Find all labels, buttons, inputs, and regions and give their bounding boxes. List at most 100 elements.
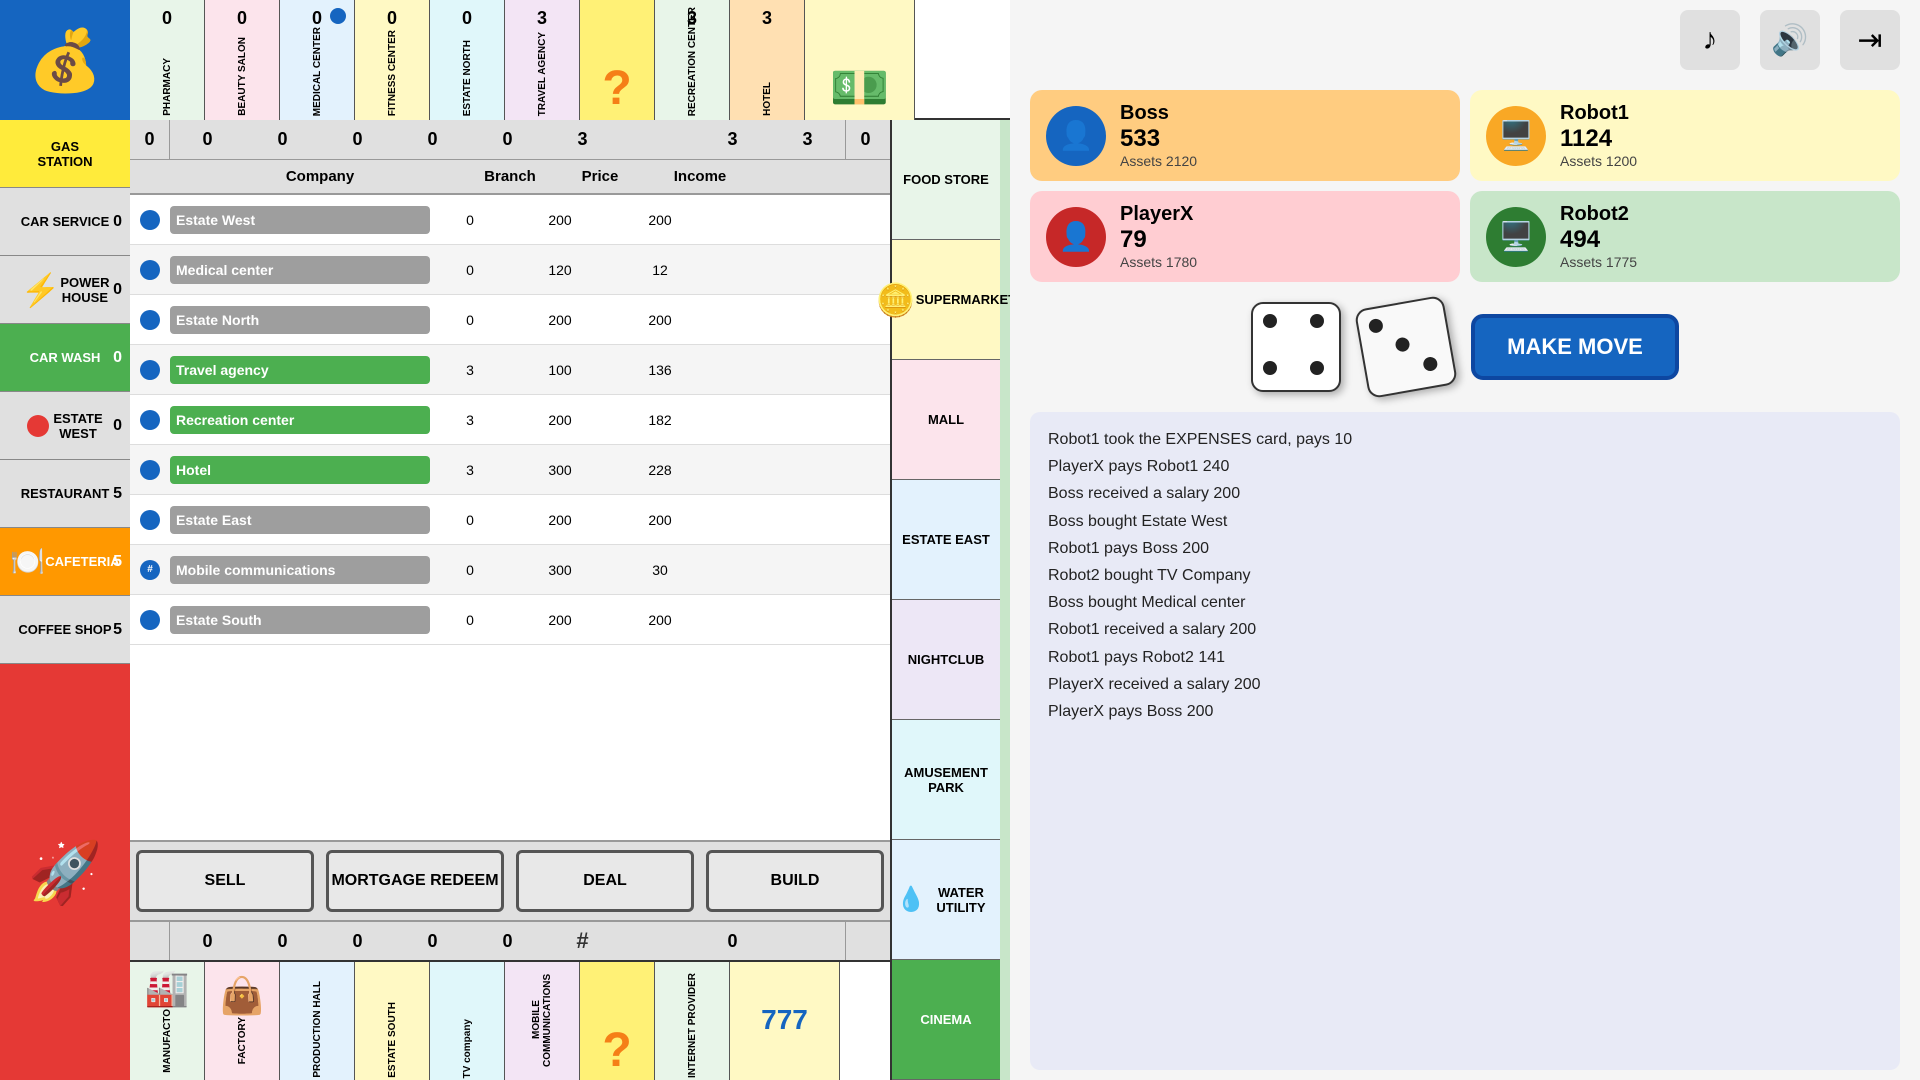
board-cell-travel-agency[interactable]: 3 TRAVEL AGENCY bbox=[505, 0, 580, 120]
top-numbers-row: 0 0 0 0 0 0 3 3 3 0 bbox=[130, 120, 890, 160]
estate-dot-icon bbox=[27, 415, 49, 437]
make-move-button[interactable]: MAKE MOVE bbox=[1471, 314, 1679, 380]
pip bbox=[1263, 361, 1277, 375]
board-cell-estate-north[interactable]: 0 ESTATE NORTH bbox=[430, 0, 505, 120]
branch-count: 0 bbox=[430, 612, 510, 628]
sidebar-bottom-rocket: 🚀 bbox=[0, 664, 130, 1080]
pip bbox=[1368, 318, 1384, 334]
board-cell-manufacto[interactable]: 🏭 MANUFACTO bbox=[130, 962, 205, 1080]
sidebar-coffee-label: COFFEE SHOP bbox=[18, 622, 111, 637]
pip bbox=[1310, 314, 1324, 328]
col-header-branch: Branch bbox=[470, 168, 550, 185]
income-value: 228 bbox=[610, 462, 710, 478]
deal-button[interactable]: DEAL bbox=[516, 850, 694, 912]
playerx-score: 79 bbox=[1120, 226, 1197, 254]
board-cell-question2[interactable]: ? bbox=[580, 962, 655, 1080]
ownership-dot bbox=[140, 210, 160, 230]
sidebar-gas-label: GASSTATION bbox=[37, 139, 92, 169]
pip-empty bbox=[1286, 361, 1305, 380]
board-cell-beauty-salon[interactable]: 0 BEAUTY SALON bbox=[205, 0, 280, 120]
table-row[interactable]: Estate North 0 200 200 bbox=[130, 295, 890, 345]
money-bag-icon: 💰 bbox=[28, 25, 103, 96]
ownership-dot bbox=[140, 460, 160, 480]
table-row[interactable]: Travel agency 3 100 136 bbox=[130, 345, 890, 395]
table-row[interactable]: Hotel 3 300 228 bbox=[130, 445, 890, 495]
sidebar-car-service-count: 0 bbox=[113, 213, 122, 231]
table-row[interactable]: # Mobile communications 0 300 30 bbox=[130, 545, 890, 595]
sidebar-item-gas-station[interactable]: GASSTATION bbox=[0, 120, 130, 188]
right-cell-food-store[interactable]: FOOD STORE bbox=[892, 120, 1000, 240]
sidebar-restaurant-label: RESTAURANT bbox=[21, 486, 110, 501]
right-cell-amusement-park[interactable]: AMUSEMENT PARK bbox=[892, 720, 1000, 840]
sidebar-powerhouse-label: POWERHOUSE bbox=[60, 275, 109, 305]
supermarket-icon: 🪙 bbox=[876, 281, 916, 319]
player-token bbox=[330, 8, 346, 24]
board-cell-internet-provider[interactable]: INTERNET PROVIDER bbox=[655, 962, 730, 1080]
table-row[interactable]: Recreation center 3 200 182 bbox=[130, 395, 890, 445]
board-cell-production-hall[interactable]: PRODUCTION HALL bbox=[280, 962, 355, 1080]
exit-button[interactable]: ⇥ bbox=[1840, 10, 1900, 70]
board-cell-money: 💵 bbox=[805, 0, 915, 120]
right-board-strip: FOOD STORE 🪙 SUPERMARKET MALL ESTATE EAS… bbox=[890, 120, 1000, 1080]
board-cell-estate-south[interactable]: ESTATE SOUTH bbox=[355, 962, 430, 1080]
sound-button[interactable]: 🔊 bbox=[1760, 10, 1820, 70]
sidebar-item-restaurant[interactable]: RESTAURANT 5 bbox=[0, 460, 130, 528]
mortgage-redeem-button[interactable]: MORTGAGE REDEEM bbox=[326, 850, 504, 912]
board-cell-question1[interactable]: ? bbox=[580, 0, 655, 120]
board-cell-hotel[interactable]: 3 HOTEL bbox=[730, 0, 805, 120]
sidebar-item-powerhouse[interactable]: ⚡ POWERHOUSE 0 bbox=[0, 256, 130, 324]
col-header-income: Income bbox=[650, 168, 750, 185]
robot1-info: Robot1 1124 Assets 1200 bbox=[1560, 102, 1637, 169]
sidebar-coffee-count: 5 bbox=[113, 621, 122, 639]
robot2-assets: Assets 1775 bbox=[1560, 254, 1637, 270]
board-cell-pharmacy[interactable]: 0 PHARMACY bbox=[130, 0, 205, 120]
board-cell-777[interactable]: 777 bbox=[730, 962, 840, 1080]
player-card-robot2: 🖥️ Robot2 494 Assets 1775 bbox=[1470, 191, 1900, 282]
board-cell-recreation-center[interactable]: 3 RECREATION CENTER bbox=[655, 0, 730, 120]
pip bbox=[1422, 356, 1438, 372]
robot1-avatar: 🖥️ bbox=[1486, 106, 1546, 166]
right-cell-nightclub[interactable]: NIGHTCLUB bbox=[892, 600, 1000, 720]
table-row[interactable]: Medical center 0 120 12 bbox=[130, 245, 890, 295]
table-row[interactable]: Estate West 0 200 200 bbox=[130, 195, 890, 245]
player-card-boss: 👤 Boss 533 Assets 2120 bbox=[1030, 90, 1460, 181]
right-cell-mall[interactable]: MALL bbox=[892, 360, 1000, 480]
right-cell-cinema[interactable]: CINEMA bbox=[892, 960, 1000, 1080]
board-cell-tv-company[interactable]: TV company bbox=[430, 962, 505, 1080]
price-value: 300 bbox=[510, 462, 610, 478]
right-cell-estate-east[interactable]: ESTATE EAST bbox=[892, 480, 1000, 600]
price-value: 200 bbox=[510, 312, 610, 328]
right-cell-water-utility[interactable]: 💧 WATER UTILITY bbox=[892, 840, 1000, 960]
price-value: 200 bbox=[510, 212, 610, 228]
log-entry: PlayerX pays Boss 200 bbox=[1048, 698, 1882, 725]
sidebar-item-estate-west[interactable]: ESTATEWEST 0 bbox=[0, 392, 130, 460]
board-cell-factory[interactable]: 👜 FACTORY bbox=[205, 962, 280, 1080]
toolbar: ♪ 🔊 ⇥ bbox=[1010, 0, 1920, 80]
income-value: 200 bbox=[610, 312, 710, 328]
sidebar-item-coffee[interactable]: COFFEE SHOP 5 bbox=[0, 596, 130, 664]
player-card-robot1: 🖥️ Robot1 1124 Assets 1200 bbox=[1470, 90, 1900, 181]
music-button[interactable]: ♪ bbox=[1680, 10, 1740, 70]
right-num-bottom bbox=[845, 922, 885, 960]
rocket-icon: 🚀 bbox=[28, 837, 103, 908]
board-cell-mobile-communications[interactable]: MOBILE COMMUNICATIONS bbox=[505, 962, 580, 1080]
sidebar-item-cafeteria[interactable]: 🍽️ CAFETERIA 5 bbox=[0, 528, 130, 596]
right-cell-supermarket[interactable]: 🪙 SUPERMARKET bbox=[892, 240, 1000, 360]
board-cell-medical-center[interactable]: 0 MEDICAL CENTER bbox=[280, 0, 355, 120]
sidebar-item-carwash[interactable]: CAR WASH 0 bbox=[0, 324, 130, 392]
board-cell-fitness-center[interactable]: 0 FITNESS CENTER bbox=[355, 0, 430, 120]
log-entry: Boss bought Estate West bbox=[1048, 508, 1882, 535]
manufacto-icon: 🏭 bbox=[145, 967, 190, 1009]
game-log: Robot1 took the EXPENSES card, pays 10 P… bbox=[1030, 412, 1900, 1070]
branch-count: 0 bbox=[430, 262, 510, 278]
sell-button[interactable]: SELL bbox=[136, 850, 314, 912]
company-name: Estate East bbox=[170, 506, 430, 534]
build-button[interactable]: BUILD bbox=[706, 850, 884, 912]
top-board-row: 0 PHARMACY 0 BEAUTY SALON 0 MEDICAL CENT… bbox=[130, 0, 1010, 120]
sidebar-item-car-service[interactable]: CAR SERVICE 0 bbox=[0, 188, 130, 256]
price-value: 100 bbox=[510, 362, 610, 378]
branch-count: 0 bbox=[430, 212, 510, 228]
table-row[interactable]: Estate East 0 200 200 bbox=[130, 495, 890, 545]
table-row[interactable]: Estate South 0 200 200 bbox=[130, 595, 890, 645]
company-name: Hotel bbox=[170, 456, 430, 484]
